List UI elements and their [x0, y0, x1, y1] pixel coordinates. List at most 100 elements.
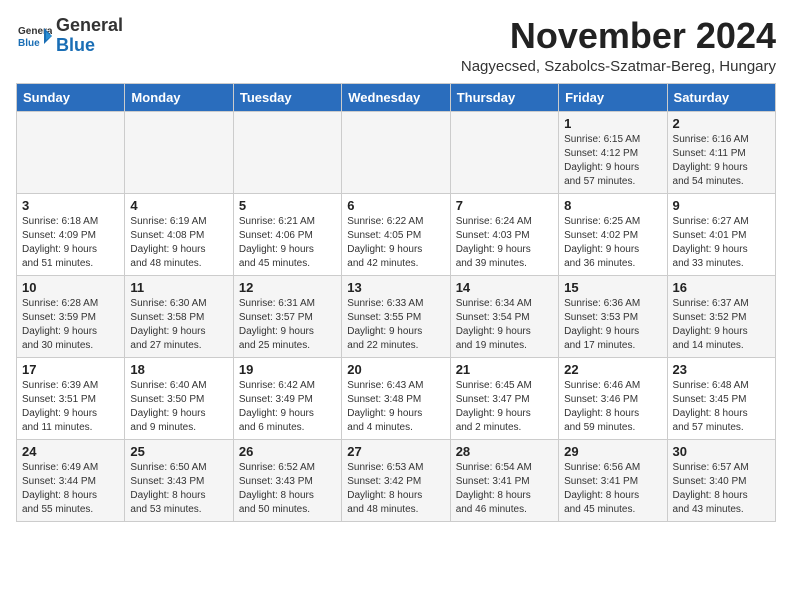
calendar-cell: 17 Sunrise: 6:39 AM Sunset: 3:51 PM Dayli… [17, 357, 125, 439]
day-number: 23 [673, 362, 770, 377]
day-number: 1 [564, 116, 661, 131]
day-info: Sunrise: 6:36 AM Sunset: 3:53 PM Dayligh… [564, 297, 661, 353]
day-info: Sunrise: 6:25 AM Sunset: 4:02 PM Dayligh… [564, 215, 661, 271]
week-row: 10 Sunrise: 6:28 AM Sunset: 3:59 PM Dayli… [17, 275, 776, 357]
day-number: 25 [130, 444, 227, 459]
calendar-cell [125, 111, 233, 193]
day-info: Sunrise: 6:48 AM Sunset: 3:45 PM Dayligh… [673, 379, 770, 435]
day-info: Sunrise: 6:31 AM Sunset: 3:57 PM Dayligh… [239, 297, 336, 353]
calendar-cell: 10 Sunrise: 6:28 AM Sunset: 3:59 PM Dayli… [17, 275, 125, 357]
logo-icon: General Blue [16, 18, 52, 54]
calendar-header: SundayMondayTuesdayWednesdayThursdayFrid… [17, 83, 776, 111]
calendar-cell: 24Sunrise: 6:49 AM Sunset: 3:44 PM Dayli… [17, 439, 125, 521]
day-number: 9 [673, 198, 770, 213]
calendar-table: SundayMondayTuesdayWednesdayThursdayFrid… [16, 83, 776, 522]
day-info: Sunrise: 6:45 AM Sunset: 3:47 PM Dayligh… [456, 379, 553, 435]
day-info: Sunrise: 6:39 AM Sunset: 3:51 PM Dayligh… [22, 379, 119, 435]
day-info: Sunrise: 6:21 AM Sunset: 4:06 PM Dayligh… [239, 215, 336, 271]
calendar-cell: 13 Sunrise: 6:33 AM Sunset: 3:55 PM Dayli… [342, 275, 450, 357]
day-number: 22 [564, 362, 661, 377]
day-number: 24 [22, 444, 119, 459]
day-number: 8 [564, 198, 661, 213]
calendar-cell: 18Sunrise: 6:40 AM Sunset: 3:50 PM Dayli… [125, 357, 233, 439]
calendar-cell: 3 Sunrise: 6:18 AM Sunset: 4:09 PM Daylig… [17, 193, 125, 275]
day-number: 26 [239, 444, 336, 459]
logo-text: General Blue [56, 16, 123, 56]
day-info: Sunrise: 6:52 AM Sunset: 3:43 PM Dayligh… [239, 461, 336, 517]
page-header: General Blue General Blue November 2024 … [16, 16, 776, 75]
logo-blue: Blue [56, 35, 95, 55]
day-info: Sunrise: 6:34 AM Sunset: 3:54 PM Dayligh… [456, 297, 553, 353]
calendar-cell: 1Sunrise: 6:15 AM Sunset: 4:12 PM Daylig… [559, 111, 667, 193]
day-number: 5 [239, 198, 336, 213]
calendar-cell: 23 Sunrise: 6:48 AM Sunset: 3:45 PM Dayli… [667, 357, 775, 439]
header-row: SundayMondayTuesdayWednesdayThursdayFrid… [17, 83, 776, 111]
day-info: Sunrise: 6:24 AM Sunset: 4:03 PM Dayligh… [456, 215, 553, 271]
day-info: Sunrise: 6:53 AM Sunset: 3:42 PM Dayligh… [347, 461, 444, 517]
header-day-monday: Monday [125, 83, 233, 111]
calendar-cell: 22 Sunrise: 6:46 AM Sunset: 3:46 PM Dayli… [559, 357, 667, 439]
month-title: November 2024 [461, 16, 776, 56]
location: Nagyecsed, Szabolcs-Szatmar-Bereg, Hunga… [461, 58, 776, 75]
day-info: Sunrise: 6:30 AM Sunset: 3:58 PM Dayligh… [130, 297, 227, 353]
calendar-cell: 7 Sunrise: 6:24 AM Sunset: 4:03 PM Daylig… [450, 193, 558, 275]
week-row: 1Sunrise: 6:15 AM Sunset: 4:12 PM Daylig… [17, 111, 776, 193]
calendar-cell: 2Sunrise: 6:16 AM Sunset: 4:11 PM Daylig… [667, 111, 775, 193]
calendar-cell: 27 Sunrise: 6:53 AM Sunset: 3:42 PM Dayli… [342, 439, 450, 521]
calendar-cell: 29Sunrise: 6:56 AM Sunset: 3:41 PM Dayli… [559, 439, 667, 521]
day-info: Sunrise: 6:22 AM Sunset: 4:05 PM Dayligh… [347, 215, 444, 271]
calendar-cell: 16Sunrise: 6:37 AM Sunset: 3:52 PM Dayli… [667, 275, 775, 357]
week-row: 3 Sunrise: 6:18 AM Sunset: 4:09 PM Daylig… [17, 193, 776, 275]
day-number: 28 [456, 444, 553, 459]
day-number: 3 [22, 198, 119, 213]
calendar-cell [342, 111, 450, 193]
day-number: 16 [673, 280, 770, 295]
calendar-cell: 20Sunrise: 6:43 AM Sunset: 3:48 PM Dayli… [342, 357, 450, 439]
logo: General Blue General Blue [16, 16, 123, 56]
day-number: 18 [130, 362, 227, 377]
calendar-cell: 19 Sunrise: 6:42 AM Sunset: 3:49 PM Dayli… [233, 357, 341, 439]
header-day-sunday: Sunday [17, 83, 125, 111]
day-number: 11 [130, 280, 227, 295]
week-row: 17 Sunrise: 6:39 AM Sunset: 3:51 PM Dayli… [17, 357, 776, 439]
header-day-wednesday: Wednesday [342, 83, 450, 111]
day-info: Sunrise: 6:18 AM Sunset: 4:09 PM Dayligh… [22, 215, 119, 271]
day-info: Sunrise: 6:43 AM Sunset: 3:48 PM Dayligh… [347, 379, 444, 435]
header-day-saturday: Saturday [667, 83, 775, 111]
day-info: Sunrise: 6:42 AM Sunset: 3:49 PM Dayligh… [239, 379, 336, 435]
day-info: Sunrise: 6:54 AM Sunset: 3:41 PM Dayligh… [456, 461, 553, 517]
day-number: 7 [456, 198, 553, 213]
day-number: 21 [456, 362, 553, 377]
calendar-cell: 26 Sunrise: 6:52 AM Sunset: 3:43 PM Dayli… [233, 439, 341, 521]
day-info: Sunrise: 6:33 AM Sunset: 3:55 PM Dayligh… [347, 297, 444, 353]
day-info: Sunrise: 6:19 AM Sunset: 4:08 PM Dayligh… [130, 215, 227, 271]
calendar-cell [233, 111, 341, 193]
day-number: 13 [347, 280, 444, 295]
day-number: 12 [239, 280, 336, 295]
calendar-cell: 6 Sunrise: 6:22 AM Sunset: 4:05 PM Daylig… [342, 193, 450, 275]
day-info: Sunrise: 6:28 AM Sunset: 3:59 PM Dayligh… [22, 297, 119, 353]
header-day-friday: Friday [559, 83, 667, 111]
day-info: Sunrise: 6:56 AM Sunset: 3:41 PM Dayligh… [564, 461, 661, 517]
day-info: Sunrise: 6:46 AM Sunset: 3:46 PM Dayligh… [564, 379, 661, 435]
logo-general: General [56, 15, 123, 35]
calendar-cell: 25Sunrise: 6:50 AM Sunset: 3:43 PM Dayli… [125, 439, 233, 521]
calendar-cell: 5 Sunrise: 6:21 AM Sunset: 4:06 PM Daylig… [233, 193, 341, 275]
day-number: 14 [456, 280, 553, 295]
day-number: 30 [673, 444, 770, 459]
day-number: 17 [22, 362, 119, 377]
title-block: November 2024 Nagyecsed, Szabolcs-Szatma… [461, 16, 776, 75]
day-number: 10 [22, 280, 119, 295]
calendar-cell: 15Sunrise: 6:36 AM Sunset: 3:53 PM Dayli… [559, 275, 667, 357]
day-number: 6 [347, 198, 444, 213]
day-info: Sunrise: 6:27 AM Sunset: 4:01 PM Dayligh… [673, 215, 770, 271]
calendar-cell [17, 111, 125, 193]
calendar-cell: 8 Sunrise: 6:25 AM Sunset: 4:02 PM Daylig… [559, 193, 667, 275]
calendar-cell: 12 Sunrise: 6:31 AM Sunset: 3:57 PM Dayli… [233, 275, 341, 357]
header-day-thursday: Thursday [450, 83, 558, 111]
day-info: Sunrise: 6:16 AM Sunset: 4:11 PM Dayligh… [673, 133, 770, 189]
day-info: Sunrise: 6:57 AM Sunset: 3:40 PM Dayligh… [673, 461, 770, 517]
day-number: 27 [347, 444, 444, 459]
day-number: 19 [239, 362, 336, 377]
calendar-cell: 21 Sunrise: 6:45 AM Sunset: 3:47 PM Dayli… [450, 357, 558, 439]
